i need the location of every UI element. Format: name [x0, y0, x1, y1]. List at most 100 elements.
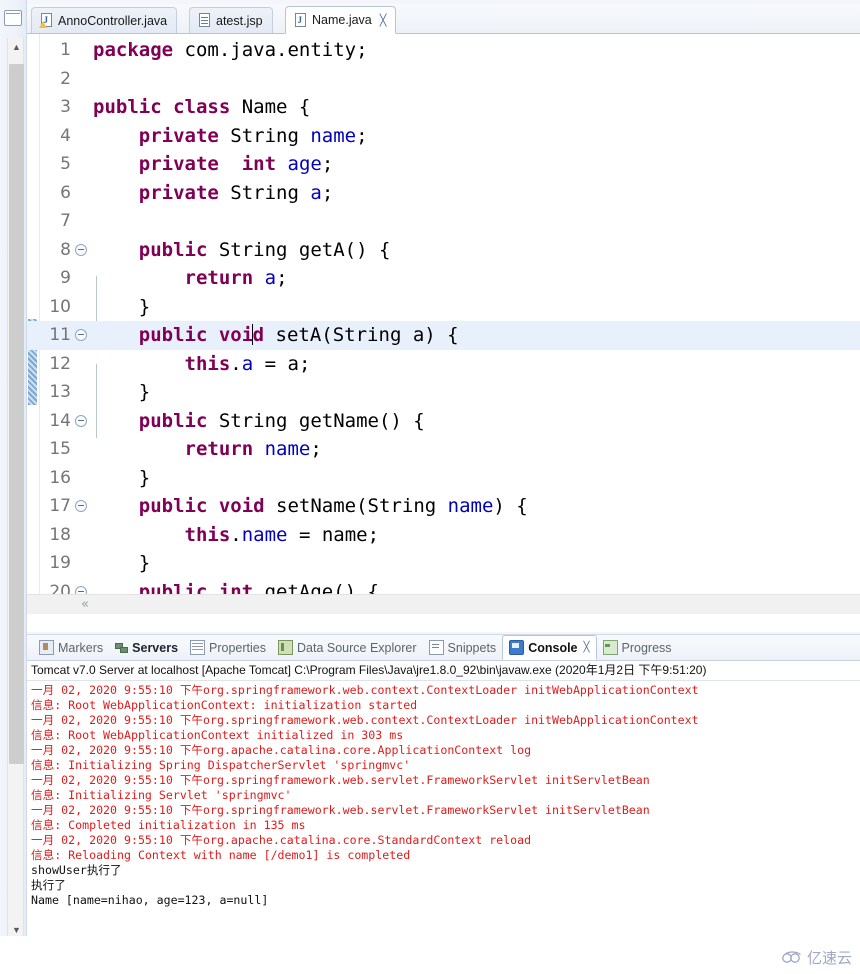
view-tab-snippets[interactable]: Snippets [423, 636, 503, 659]
token: this [184, 523, 231, 546]
code-line[interactable]: 2 [27, 65, 860, 94]
console-output[interactable]: 一月 02, 2020 9:55:10 下午org.springframewor… [27, 681, 860, 941]
console-line: 执行了 [31, 878, 66, 892]
code-line[interactable]: 6 private String a; [27, 179, 860, 208]
view-tab-label: Snippets [447, 640, 497, 655]
code-line[interactable]: 9 return a; [27, 264, 860, 293]
fold-collapse-icon[interactable] [73, 414, 89, 427]
console-line: 信息: Completed initialization in 135 ms [31, 818, 306, 832]
watermark-text: 亿速云 [806, 949, 852, 967]
code-line[interactable]: 19 } [27, 549, 860, 578]
editor-tab-annocontroller-java[interactable]: J AnnoController.java [31, 7, 178, 33]
line-number: 10 [49, 296, 71, 317]
code-line[interactable]: 4 private String name; [27, 122, 860, 151]
restore-view-icon[interactable] [4, 10, 22, 26]
code-line[interactable]: 18 this.name = name; [27, 521, 860, 550]
line-number: 4 [60, 125, 71, 146]
code-line[interactable]: 16 } [27, 464, 860, 493]
view-tab-progress[interactable]: Progress [597, 636, 678, 659]
workbench-vertical-scrollbar[interactable]: ▲ ▼ [7, 38, 24, 938]
code-line[interactable]: 5 private int age; [27, 150, 860, 179]
fold-collapse-icon[interactable] [73, 329, 89, 342]
eclipse-workbench-window: ▲ ▼ J AnnoController.java atest.jsp J Name.j… [0, 0, 860, 974]
editor-tab-label: Name.java [312, 13, 372, 27]
console-line: 信息: Root WebApplicationContext: initiali… [31, 698, 418, 712]
code-line[interactable]: 13 } [27, 378, 860, 407]
code-text: return name; [89, 438, 322, 460]
view-tab-label: Properties [209, 640, 267, 655]
console-line: 信息: Initializing Servlet 'springmvc' [31, 788, 292, 802]
close-icon[interactable]: ╳ [380, 14, 387, 27]
code-text: } [89, 296, 150, 318]
code-line[interactable]: 7 [27, 207, 860, 236]
code-line[interactable]: 17 public void setName(String name) { [27, 492, 860, 521]
code-line[interactable]: 14 public String getName() { [27, 407, 860, 436]
token: name [447, 495, 494, 518]
token: ; [356, 124, 368, 147]
token: ; [276, 267, 288, 290]
line-number: 17 [49, 496, 71, 517]
token: age [287, 153, 322, 176]
console-line: 一月 02, 2020 9:55:10 下午org.springframewor… [31, 773, 650, 787]
console-process-label: Tomcat v7.0 Server at localhost [Apache … [27, 661, 860, 681]
line-number: 8 [60, 239, 71, 260]
token: ; [321, 153, 334, 176]
token: . [230, 523, 242, 546]
view-tab-properties[interactable]: Properties [184, 636, 272, 659]
view-tab-console[interactable]: Console ╳ [502, 635, 597, 660]
token: = a; [253, 352, 311, 375]
console-line: 信息: Reloading Context with name [/demo1]… [31, 848, 411, 862]
token: setA(String a) { [264, 324, 459, 347]
console-line: showUser执行了 [31, 863, 122, 877]
editor-area: J AnnoController.java atest.jsp J Name.java ╳… [27, 4, 860, 632]
code-line[interactable]: 3 public class Name { [27, 93, 860, 122]
token: String getName() { [207, 409, 425, 432]
editor-collapse-icon[interactable]: « [81, 597, 89, 612]
token: setName(String [264, 495, 448, 518]
editor-horizontal-scrollbar[interactable]: « [27, 594, 860, 614]
line-number: 9 [60, 268, 71, 289]
token: String [218, 124, 311, 147]
token: a [310, 181, 322, 204]
code-editor[interactable]: 1 package com.java.entity; 2 3 public class … [27, 34, 860, 614]
token: ; [321, 181, 334, 204]
view-tab-data-source-explorer[interactable]: Data Source Explorer [272, 636, 423, 659]
code-line[interactable]: 15 return name; [27, 435, 860, 464]
line-number: 7 [60, 211, 71, 232]
token: public void [138, 495, 265, 518]
java-file-icon: J [294, 12, 307, 28]
fold-collapse-icon[interactable] [73, 500, 89, 513]
view-tab-servers[interactable]: Servers [109, 636, 184, 659]
snippets-icon [428, 640, 444, 655]
code-line[interactable]: 12 this.a = a; [27, 350, 860, 379]
code-text: public class Name { [89, 96, 310, 118]
line-number: 18 [49, 524, 71, 545]
fold-collapse-icon[interactable] [73, 243, 89, 256]
editor-tab-name-java[interactable]: J Name.java ╳ [285, 6, 397, 34]
code-text: } [89, 552, 150, 574]
token: a [264, 267, 277, 290]
servers-icon [115, 641, 129, 654]
code-line[interactable]: 10 } [27, 293, 860, 322]
view-tab-markers[interactable]: Markers [33, 636, 109, 659]
vertical-scroll-thumb[interactable] [9, 64, 24, 764]
code-line[interactable]: 8 public String getA() { [27, 236, 860, 265]
token: String getA() { [207, 238, 391, 261]
view-tab-label: Data Source Explorer [297, 640, 417, 655]
line-number: 16 [49, 467, 71, 488]
token: this [184, 352, 231, 375]
console-icon [509, 640, 525, 655]
scroll-up-arrow-icon[interactable]: ▲ [8, 38, 25, 55]
close-icon[interactable]: ╳ [584, 642, 590, 653]
code-line[interactable]: 11 public void setA(String a) { [27, 321, 860, 350]
editor-tab-bar: J AnnoController.java atest.jsp J Name.java ╳ [27, 4, 860, 34]
token: } [93, 466, 151, 489]
editor-tab-atest-jsp[interactable]: atest.jsp [189, 7, 273, 33]
code-line[interactable]: 1 package com.java.entity; [27, 36, 860, 65]
